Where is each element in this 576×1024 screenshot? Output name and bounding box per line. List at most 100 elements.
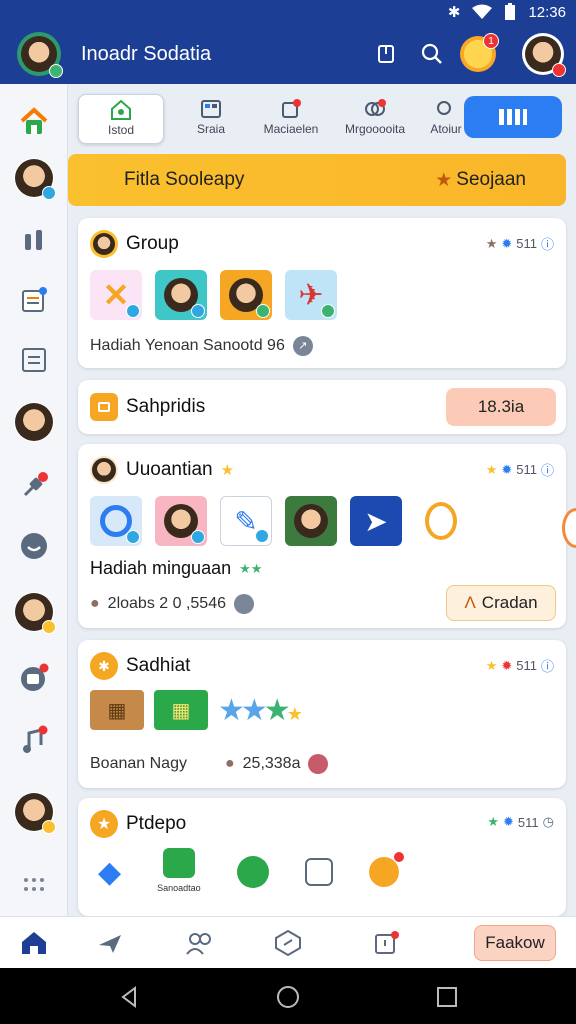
nav-compass-button[interactable] — [272, 927, 304, 959]
app-row: ◆ Sanoadtao — [98, 848, 405, 896]
chat-icon — [21, 533, 47, 559]
tab-mrgooooita[interactable]: Mrgooooita — [332, 94, 418, 144]
search-button[interactable] — [413, 35, 451, 73]
sidebar-more-button[interactable] — [14, 864, 54, 904]
sidebar-item-friend[interactable] — [14, 402, 54, 442]
thumbnail-coin[interactable] — [415, 496, 467, 546]
uuoantian-card[interactable]: Uuoantian ★ ★ ✹ 511 ⓘ ✎ ➤ Hadiah minguaa… — [78, 444, 566, 628]
thumbnail-send[interactable]: ➤ — [350, 496, 402, 546]
status-bar: ✱ 12:36 — [0, 0, 576, 24]
sidebar-item-contact[interactable] — [14, 592, 56, 634]
card-header: ★ Ptdepo — [90, 810, 186, 838]
banner-action[interactable]: ★ Seojaan — [435, 169, 526, 192]
nav-home-button[interactable] — [18, 927, 50, 959]
nav-explore-button[interactable] — [94, 927, 126, 959]
timer-icon — [21, 663, 49, 691]
recents-icon[interactable] — [436, 986, 458, 1008]
main-content: Istod Sraia Maciaelen Mrgooooita Atoiur … — [68, 84, 576, 916]
card-title: Group — [126, 233, 179, 254]
token-icon: ● — [224, 755, 235, 772]
stars-icon: ★★ — [239, 560, 263, 576]
sidebar-item-list[interactable] — [14, 340, 54, 380]
clock-icon: ◷ — [542, 814, 554, 829]
group-card[interactable]: Group ★ ✹ 511 ⓘ ✕ ✈ Hadiah Yenoan Sanoot… — [78, 218, 566, 368]
card-title: Uuoantian — [126, 459, 213, 480]
briefcase-icon — [90, 393, 118, 421]
sidebar-item-member[interactable] — [14, 792, 56, 834]
card-meta: ★ ✹ 511 ⓘ — [485, 461, 554, 479]
bookmark-icon — [378, 45, 394, 63]
sidebar-item-chat[interactable] — [14, 526, 54, 566]
ptdepo-card[interactable]: ★ Ptdepo ★ ✹ 511 ◷ ◆ Sanoadtao — [78, 798, 566, 916]
sahpridis-card[interactable]: Sahpridis 18.3ia — [78, 380, 566, 434]
sidebar-item-tools[interactable] — [14, 220, 54, 260]
token-icon: ● — [90, 595, 100, 612]
nav-alerts-button[interactable] — [370, 927, 402, 959]
promo-banner[interactable]: Fitla Sooleapy ★ Seojaan — [68, 154, 566, 206]
home-icon — [20, 107, 48, 134]
card-title: Sadhiat — [126, 655, 191, 676]
sidebar — [0, 84, 68, 916]
sadhiat-card[interactable]: ✱ Sadhiat ★ ✹ 511 ⓘ ▦ ▦ ★★★★ Boanan Nagy… — [78, 640, 566, 788]
badge-icon — [234, 594, 254, 614]
tab-label: Maciaelen — [263, 122, 319, 136]
card-footer: Hadiah Yenoan Sanootd 96 ↗ — [90, 336, 313, 356]
thumbnail-photo-boy[interactable] — [155, 270, 207, 320]
tab-sraia[interactable]: Sraia — [168, 94, 254, 144]
card-title: Ptdepo — [126, 813, 187, 834]
view-toggle-button[interactable] — [464, 96, 562, 138]
sanoadtao-app[interactable]: Sanoadtao — [157, 848, 201, 896]
user-avatar[interactable] — [522, 33, 566, 77]
info-icon: ⓘ — [540, 659, 554, 674]
columns-icon — [499, 109, 527, 125]
fire-app-icon[interactable] — [368, 851, 405, 887]
sidebar-item-profile[interactable] — [14, 158, 56, 200]
star-icon: ★ — [487, 814, 500, 829]
cradan-button[interactable]: Λ Cradan — [446, 585, 556, 621]
face-app-icon[interactable] — [304, 858, 333, 886]
alert-icon — [375, 931, 399, 954]
status-time: 12:36 — [528, 3, 566, 21]
tag-icon[interactable]: ◆ — [98, 855, 121, 890]
nav-friends-button[interactable] — [184, 927, 216, 959]
notification-button[interactable]: 1 — [459, 33, 499, 73]
thumbnail-document[interactable]: ✎ — [220, 496, 272, 546]
thumbnail-sticker-plane[interactable]: ✈ — [285, 270, 337, 320]
thumbnail-photo-kid[interactable] — [155, 496, 207, 546]
tab-istod[interactable]: Istod — [78, 94, 164, 144]
back-icon[interactable] — [118, 986, 140, 1008]
info-icon: ⓘ — [540, 463, 554, 478]
link-icon[interactable]: ↗ — [292, 336, 313, 356]
bookmark-button[interactable] — [367, 35, 405, 73]
trophy-icon: ★ — [485, 235, 498, 251]
people-tab-icon — [365, 99, 386, 116]
green-app-icon[interactable] — [236, 856, 269, 888]
runner-icon: ✱ — [90, 652, 118, 680]
circle-home-icon[interactable] — [276, 985, 300, 1009]
thumbnail-sticker-x[interactable]: ✕ — [90, 270, 142, 320]
tab-maciaelen[interactable]: Maciaelen — [248, 94, 334, 144]
score-pill[interactable]: 18.3ia — [446, 388, 556, 426]
reward-row: ▦ ▦ ★★★★ — [90, 690, 303, 730]
thumbnail-row: ✕ ✈ — [90, 270, 337, 320]
faakow-button[interactable]: Faakow — [474, 925, 556, 961]
thumbnail-clock[interactable] — [90, 496, 142, 546]
card-header: Group — [90, 230, 179, 258]
app-bar: Inoadr Sodatia 1 — [0, 24, 576, 84]
thumbnail-photo-play[interactable] — [285, 496, 337, 546]
battery-icon — [505, 3, 516, 20]
sidebar-item-plugin[interactable] — [14, 466, 54, 506]
profile-avatar[interactable] — [17, 32, 63, 78]
sidebar-item-notes[interactable] — [14, 280, 54, 320]
more-icon — [24, 878, 44, 891]
thumbnail-photo-girl[interactable] — [220, 270, 272, 320]
sidebar-item-timer[interactable] — [14, 658, 54, 698]
gear-icon: ✹ — [503, 814, 514, 829]
sidebar-item-home[interactable] — [14, 102, 54, 142]
user-avatar-small — [90, 456, 118, 484]
compass-icon — [275, 930, 301, 956]
bus-icon[interactable]: ▦ — [154, 690, 208, 730]
truck-icon[interactable]: ▦ — [90, 690, 144, 730]
bluetooth-icon: ✱ — [447, 4, 461, 21]
sidebar-item-music[interactable] — [14, 720, 54, 760]
